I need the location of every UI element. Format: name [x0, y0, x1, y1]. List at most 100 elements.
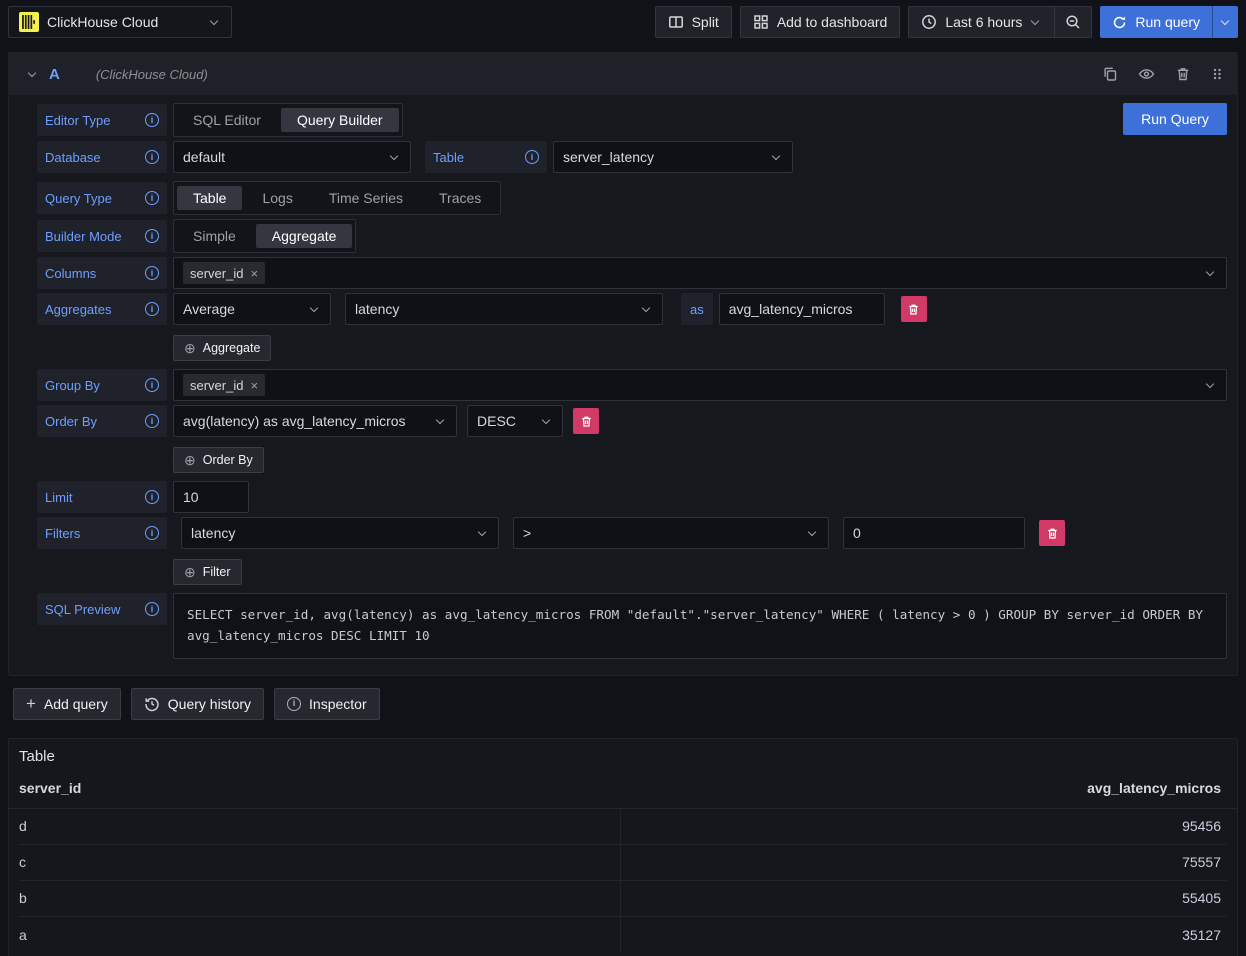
- table-value: server_latency: [563, 149, 654, 165]
- columns-multiselect[interactable]: server_id: [173, 257, 1227, 289]
- filter-value-input[interactable]: [843, 517, 1025, 549]
- order-by-direction-select[interactable]: DESC: [467, 405, 563, 437]
- table-row[interactable]: b 55405: [19, 881, 1227, 917]
- info-icon[interactable]: [145, 266, 159, 280]
- table-select[interactable]: server_latency: [553, 141, 793, 173]
- split-icon: [668, 14, 684, 30]
- info-icon[interactable]: [525, 150, 539, 164]
- datasource-picker[interactable]: ClickHouse Cloud: [8, 6, 232, 38]
- filter-column-select[interactable]: latency: [181, 517, 499, 549]
- editor-type-option-sql-editor[interactable]: SQL Editor: [177, 108, 277, 132]
- aggregate-function-select[interactable]: Average: [173, 293, 331, 325]
- query-type-option-table[interactable]: Table: [177, 186, 242, 210]
- info-icon[interactable]: [145, 602, 159, 616]
- table-label: Table: [425, 141, 547, 173]
- chevron-down-icon: [477, 528, 489, 538]
- sql-preview-box: SELECT server_id, avg(latency) as avg_la…: [173, 593, 1227, 659]
- remove-query-button[interactable]: [1173, 64, 1193, 84]
- column-tag: server_id: [183, 262, 265, 284]
- table-row[interactable]: d 95456: [19, 809, 1227, 845]
- collapse-chevron-icon[interactable]: [27, 69, 39, 79]
- plus-icon: [26, 695, 36, 712]
- column-header-server-id[interactable]: server_id: [19, 780, 621, 796]
- add-aggregate-button[interactable]: Aggregate: [173, 335, 271, 361]
- split-button[interactable]: Split: [655, 6, 732, 38]
- info-icon[interactable]: [145, 113, 159, 127]
- builder-mode-switch: Simple Aggregate: [173, 219, 356, 253]
- remove-tag-icon[interactable]: [250, 267, 258, 280]
- add-query-button[interactable]: Add query: [13, 688, 121, 720]
- remove-tag-icon[interactable]: [250, 379, 258, 392]
- plus-circle-icon: [184, 565, 196, 579]
- inspector-button[interactable]: Inspector: [274, 688, 380, 720]
- zoom-out-time-button[interactable]: [1055, 6, 1092, 38]
- run-query-inline-button[interactable]: Run Query: [1123, 103, 1227, 135]
- table-row[interactable]: c 75557: [19, 845, 1227, 881]
- plus-circle-icon: [184, 453, 196, 467]
- filter-operator-select[interactable]: >: [513, 517, 829, 549]
- info-icon[interactable]: [145, 490, 159, 504]
- remove-aggregate-button[interactable]: [901, 296, 927, 322]
- builder-mode-option-aggregate[interactable]: Aggregate: [256, 224, 353, 248]
- cell-avg-latency: 55405: [621, 881, 1227, 916]
- query-row-header[interactable]: A (ClickHouse Cloud): [9, 53, 1237, 95]
- chevron-down-icon: [209, 17, 221, 27]
- duplicate-query-button[interactable]: [1100, 64, 1120, 84]
- cell-server-id: b: [19, 881, 621, 916]
- run-query-button[interactable]: Run query: [1100, 6, 1212, 38]
- label-text: Group By: [45, 378, 100, 393]
- info-icon[interactable]: [145, 526, 159, 540]
- aggregates-label: Aggregates: [37, 293, 167, 325]
- query-type-option-logs[interactable]: Logs: [246, 186, 308, 210]
- limit-input[interactable]: [173, 481, 249, 513]
- plus-circle-icon: [184, 341, 196, 355]
- query-ref-id[interactable]: A: [49, 66, 60, 83]
- query-history-button[interactable]: Query history: [131, 688, 264, 720]
- info-icon[interactable]: [145, 414, 159, 428]
- split-label: Split: [692, 14, 719, 30]
- query-type-option-time-series[interactable]: Time Series: [313, 186, 419, 210]
- time-range-picker[interactable]: Last 6 hours: [908, 6, 1055, 38]
- add-to-dashboard-button[interactable]: Add to dashboard: [740, 6, 901, 38]
- group-by-multiselect[interactable]: server_id: [173, 369, 1227, 401]
- editor-type-label: Editor Type: [37, 104, 167, 136]
- info-icon[interactable]: [145, 191, 159, 205]
- aggregate-column-select[interactable]: latency: [345, 293, 663, 325]
- remove-filter-button[interactable]: [1039, 520, 1065, 546]
- dashboard-grid-icon: [753, 14, 769, 30]
- info-icon[interactable]: [145, 378, 159, 392]
- cell-server-id: d: [19, 809, 621, 844]
- info-icon: [287, 697, 301, 711]
- copy-icon: [1102, 66, 1118, 82]
- sql-preview-text: SELECT server_id, avg(latency) as avg_la…: [187, 607, 1203, 643]
- sql-preview-label: SQL Preview: [37, 593, 167, 625]
- hide-query-button[interactable]: [1136, 64, 1157, 84]
- column-header-avg-latency-micros[interactable]: avg_latency_micros: [621, 780, 1227, 796]
- chevron-down-icon: [807, 528, 819, 538]
- info-icon[interactable]: [145, 302, 159, 316]
- database-select[interactable]: default: [173, 141, 411, 173]
- drag-handle[interactable]: [1209, 64, 1225, 84]
- order-by-field-select[interactable]: avg(latency) as avg_latency_micros: [173, 405, 457, 437]
- add-filter-button[interactable]: Filter: [173, 559, 242, 585]
- order-by-expression: avg(latency) as avg_latency_micros: [183, 413, 406, 429]
- run-query-dropdown[interactable]: [1212, 6, 1238, 38]
- aggregate-function-value: Average: [183, 301, 235, 317]
- chevron-down-icon: [309, 304, 321, 314]
- builder-mode-option-simple[interactable]: Simple: [177, 224, 252, 248]
- column-tag-label: server_id: [190, 266, 243, 281]
- info-icon[interactable]: [145, 150, 159, 164]
- table-header-row: server_id avg_latency_micros: [9, 769, 1237, 809]
- table-row[interactable]: a 35127: [19, 917, 1227, 953]
- label-text: Order By: [45, 414, 97, 429]
- query-type-option-traces[interactable]: Traces: [423, 186, 497, 210]
- aggregate-column-value: latency: [355, 301, 399, 317]
- clickhouse-logo-icon: [19, 12, 39, 32]
- editor-type-option-query-builder[interactable]: Query Builder: [281, 108, 399, 132]
- remove-order-by-button[interactable]: [573, 408, 599, 434]
- inspector-label: Inspector: [309, 696, 367, 712]
- info-icon[interactable]: [145, 229, 159, 243]
- query-editor-card: A (ClickHouse Cloud): [8, 52, 1238, 676]
- add-order-by-button[interactable]: Order By: [173, 447, 264, 473]
- aggregate-alias-input[interactable]: [719, 293, 885, 325]
